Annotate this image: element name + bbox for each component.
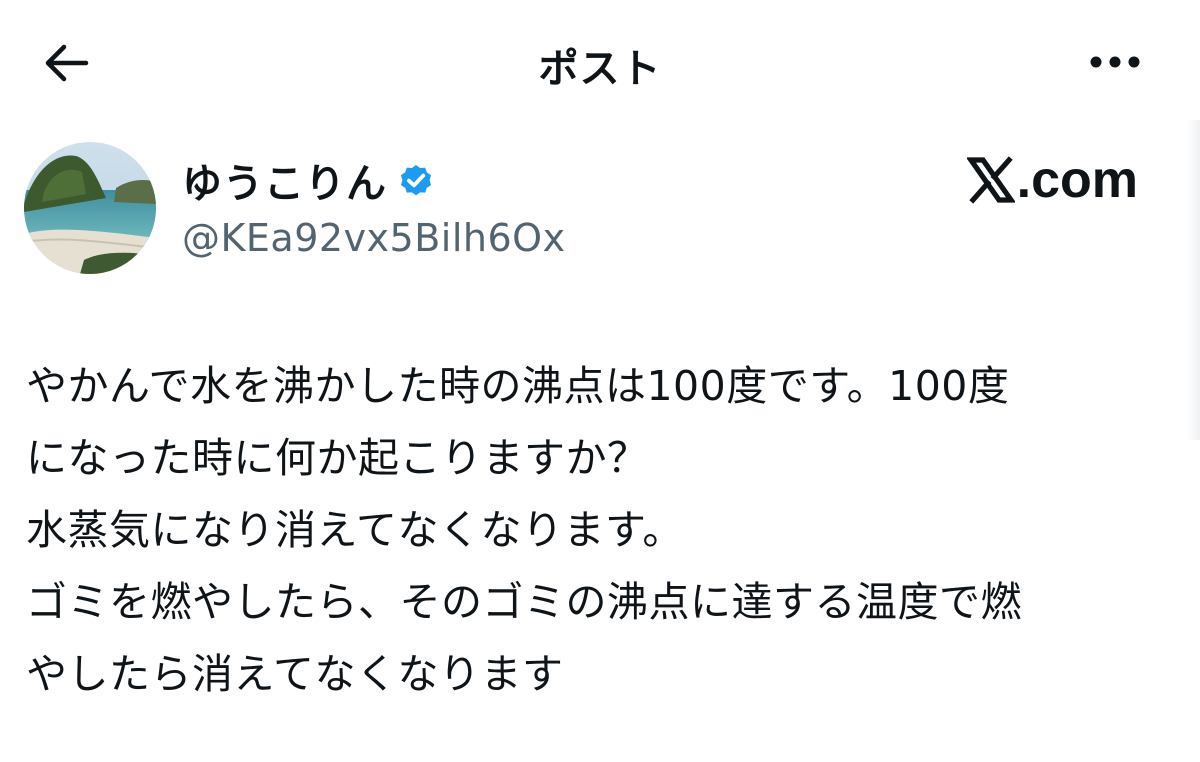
display-name-row: ゆうこりん [182,152,566,208]
top-bar: ポスト [0,0,1200,120]
logo-text: .com [1016,151,1138,209]
user-handle[interactable]: @KEa92vx5Bilh6Ox [182,216,566,260]
verified-badge-icon[interactable] [397,161,435,199]
post-text-line: やしたら消えてなくなります [26,650,564,698]
post-text-line: 水蒸気になり消えてなくなります。 [26,506,684,554]
screen-edge-shadow [1186,120,1200,440]
beach-cove-avatar [24,142,156,274]
author-info[interactable]: ゆうこりん @KEa92vx5Bilh6Ox [182,152,566,260]
x-logo-icon [966,156,1015,204]
post-text: やかんで水を沸かした時の沸点は100度です。100度 になった時に何か起こります… [26,350,1176,710]
avatar[interactable] [24,142,156,274]
more-horizontal-icon [1090,56,1140,68]
x-dot-com-logo: .com [966,150,1138,210]
display-name[interactable]: ゆうこりん [182,151,387,209]
more-options-button[interactable] [1084,44,1146,80]
post-text-line: ゴミを燃やしたら、そのゴミの沸点に達する温度で燃 [26,578,1022,626]
post-text-line: やかんで水を沸かした時の沸点は100度です。100度 [26,362,1010,410]
post-text-line: になった時に何か起こりますか？ [26,434,649,482]
page-title: ポスト [538,46,662,92]
